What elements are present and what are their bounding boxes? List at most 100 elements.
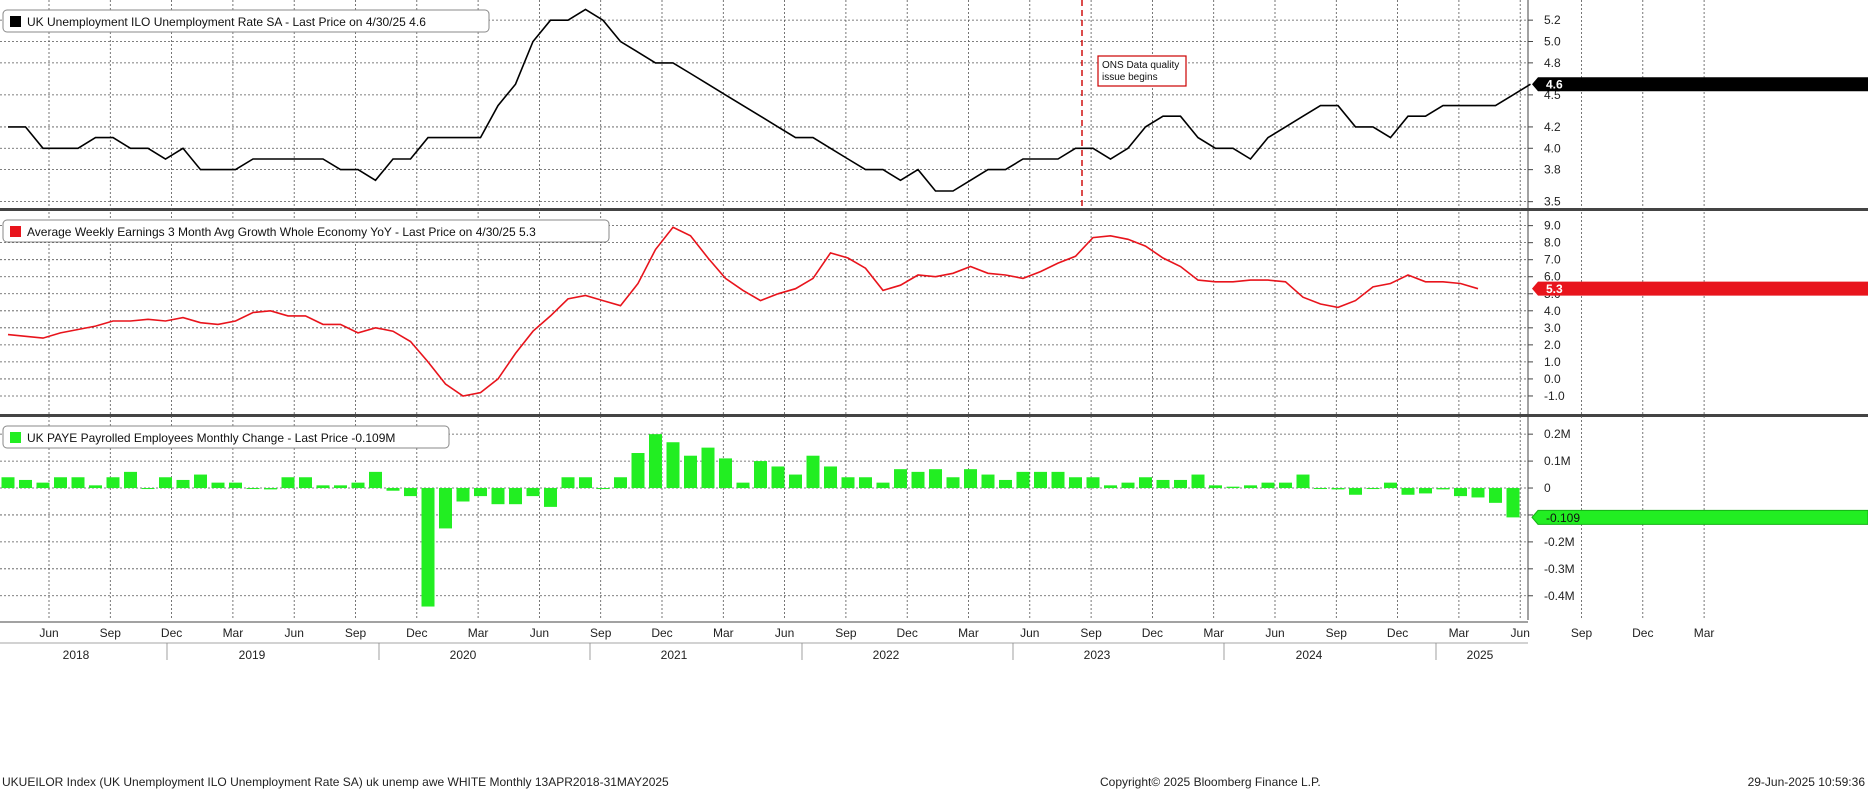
payroll-bar xyxy=(386,488,400,491)
x-tick-label: Jun xyxy=(39,626,58,640)
payroll-bar xyxy=(824,466,837,489)
payroll-bar xyxy=(1366,488,1380,490)
payroll-bar xyxy=(299,477,312,489)
y-tick-label: 4.0 xyxy=(1544,304,1561,318)
x-year-label: 2023 xyxy=(1084,648,1111,662)
payroll-bar xyxy=(876,482,890,489)
annotation-text: issue begins xyxy=(1102,72,1158,83)
annotation-text: ONS Data quality xyxy=(1102,60,1179,71)
payroll-bar xyxy=(159,477,172,489)
x-tick-label: Mar xyxy=(1449,626,1470,640)
x-tick-label: Jun xyxy=(1020,626,1039,640)
x-tick-label: Sep xyxy=(1571,626,1593,640)
payroll-bar xyxy=(771,466,785,489)
payroll-bar xyxy=(1401,488,1415,495)
payroll-bar xyxy=(334,485,347,489)
payroll-bar xyxy=(1261,482,1275,489)
x-year-label: 2019 xyxy=(239,648,266,662)
payroll-bar xyxy=(666,442,680,489)
payroll-bar xyxy=(106,477,120,489)
payroll-bar xyxy=(474,488,487,497)
payroll-bar xyxy=(1296,474,1310,489)
payroll-bar xyxy=(281,477,295,489)
payroll-bar xyxy=(544,488,557,507)
y-tick-label: 7.0 xyxy=(1544,253,1561,267)
payroll-bar xyxy=(421,488,435,607)
x-tick-label: Dec xyxy=(1387,626,1408,640)
legend-label: UK PAYE Payrolled Employees Monthly Chan… xyxy=(27,431,395,445)
y-tick-label: 1.0 xyxy=(1544,355,1561,369)
legend-swatch xyxy=(10,16,21,27)
payroll-bar xyxy=(631,453,645,489)
legend-label: Average Weekly Earnings 3 Month Avg Grow… xyxy=(27,225,536,239)
payroll-bar xyxy=(264,488,277,490)
payroll-bar xyxy=(1174,479,1187,489)
x-tick-label: Mar xyxy=(468,626,489,640)
payroll-bar xyxy=(736,482,750,489)
payroll-bar xyxy=(579,477,592,489)
payroll-bar xyxy=(1121,482,1135,489)
payroll-bar xyxy=(719,458,732,489)
y-tick-label: -1.0 xyxy=(1544,389,1565,403)
payroll-bar xyxy=(19,479,32,489)
footer-right: 29-Jun-2025 10:59:36 xyxy=(1748,775,1866,789)
x-year-label: 2022 xyxy=(873,648,900,662)
payroll-bar xyxy=(229,482,242,489)
y-tick-label: 4.8 xyxy=(1544,56,1561,70)
payroll-bar xyxy=(71,477,85,489)
y-tick-label: -0.3M xyxy=(1544,562,1575,576)
chart-background xyxy=(0,0,1868,793)
payroll-bar xyxy=(1139,477,1152,489)
payroll-bar xyxy=(929,469,942,489)
payroll-bar xyxy=(911,471,925,489)
payroll-bar xyxy=(1506,488,1520,518)
y-tick-label: 5.2 xyxy=(1544,13,1561,27)
legend-label: UK Unemployment ILO Unemployment Rate SA… xyxy=(27,15,426,29)
x-tick-label: Sep xyxy=(100,626,122,640)
x-tick-label: Dec xyxy=(406,626,427,640)
y-tick-label: 3.0 xyxy=(1544,321,1561,335)
x-tick-label: Sep xyxy=(835,626,857,640)
payroll-bar xyxy=(1331,488,1345,490)
payroll-bar xyxy=(509,488,522,505)
y-tick-label: -0.2M xyxy=(1544,535,1575,549)
payroll-bar xyxy=(894,469,907,489)
x-tick-label: Dec xyxy=(651,626,672,640)
payroll-bar xyxy=(596,488,610,490)
payroll-bar xyxy=(649,434,662,489)
payroll-bar xyxy=(1349,488,1362,495)
payroll-bar xyxy=(1419,488,1432,494)
x-tick-label: Jun xyxy=(1511,626,1530,640)
x-tick-label: Dec xyxy=(1632,626,1653,640)
payroll-bar xyxy=(1191,474,1205,489)
payroll-bar xyxy=(246,488,260,490)
x-year-label: 2021 xyxy=(661,648,688,662)
y-tick-label: 4.0 xyxy=(1544,141,1561,155)
payroll-bar xyxy=(1384,482,1397,489)
legend-swatch xyxy=(10,432,21,443)
x-tick-label: Mar xyxy=(713,626,734,640)
payroll-bar xyxy=(981,474,995,489)
x-tick-label: Mar xyxy=(223,626,244,640)
payroll-bar xyxy=(789,474,802,489)
y-tick-label: -0.4M xyxy=(1544,589,1575,603)
y-tick-label: 8.0 xyxy=(1544,236,1561,250)
payroll-bar xyxy=(1489,488,1502,503)
last-value-tag xyxy=(1532,281,1868,296)
x-year-label: 2018 xyxy=(63,648,90,662)
payroll-bar xyxy=(1209,485,1222,489)
payroll-bar xyxy=(1471,488,1485,498)
payroll-bar xyxy=(1051,471,1065,489)
payroll-bar xyxy=(1314,488,1327,490)
payroll-bar xyxy=(316,485,330,489)
payroll-bar xyxy=(684,455,697,489)
x-tick-label: Sep xyxy=(590,626,612,640)
payroll-bar xyxy=(561,477,575,489)
payroll-bar xyxy=(701,447,715,489)
y-tick-label: 9.0 xyxy=(1544,219,1561,233)
x-tick-label: Jun xyxy=(285,626,304,640)
payroll-bar xyxy=(1034,471,1047,489)
y-tick-label: 5.0 xyxy=(1544,35,1561,49)
payroll-bar xyxy=(54,477,67,489)
x-tick-label: Sep xyxy=(345,626,367,640)
